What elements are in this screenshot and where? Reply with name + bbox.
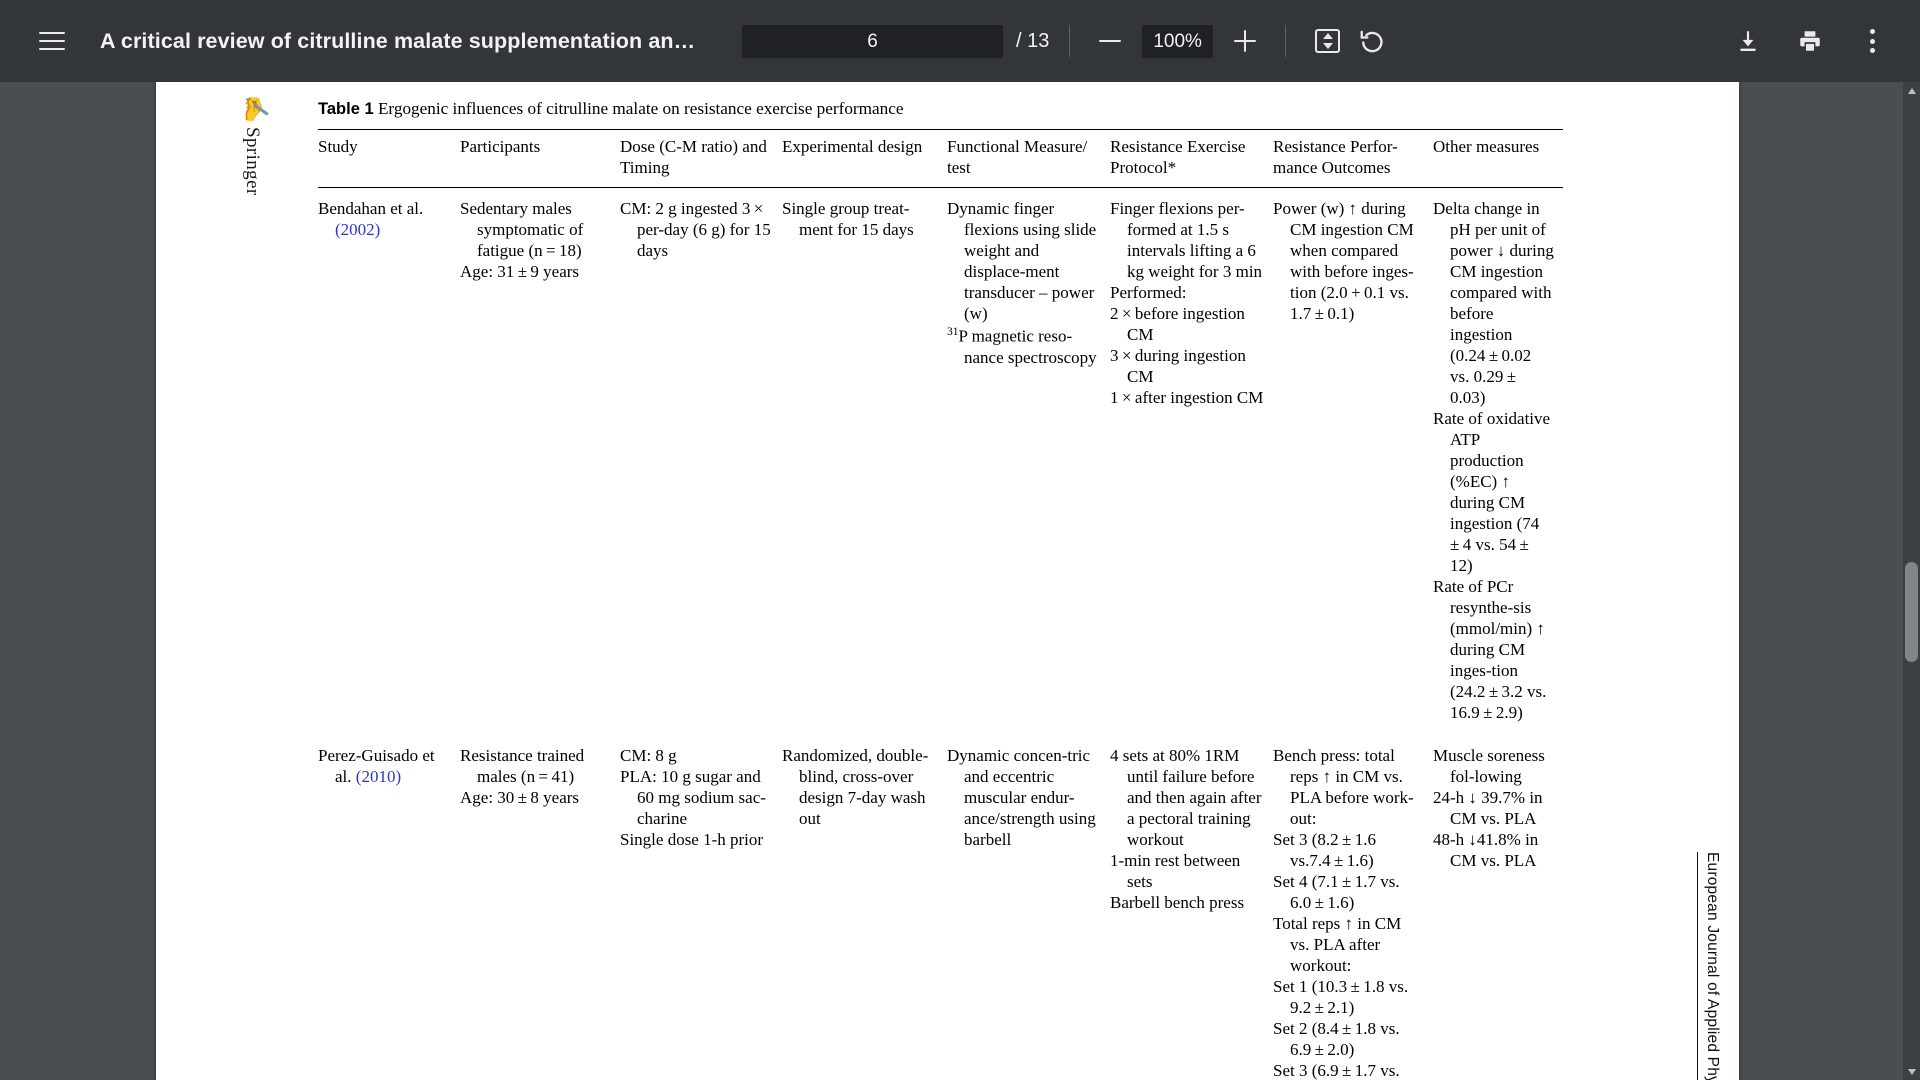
cell-line: Rate of oxidative ATP production (%EC) ↑… [1433, 409, 1551, 576]
cell-line: Total reps ↑ in CM vs. PLA after workout… [1273, 913, 1402, 975]
cell-line: Muscle soreness fol-lowing [1433, 746, 1545, 787]
page-total-label: / 13 [1016, 29, 1050, 52]
cell-line: Finger flexions per-formed at 1.5 s inte… [1110, 199, 1263, 282]
cell-line: Resistance trained males (n = 41) [460, 746, 585, 787]
cell-line: 24-h ↓ 39.7% in CM vs. PLA [1433, 788, 1543, 828]
vertical-scrollbar[interactable] [1903, 82, 1920, 1080]
pdf-viewer-canvas: ✍ Springer European Journal of Applied P… [0, 82, 1920, 1080]
cell-line: Delta change in pH per unit of power ↓ d… [1433, 199, 1554, 408]
cell-line: 48-h ↓41.8% in CM vs. PLA [1433, 829, 1539, 870]
scroll-up-arrow-icon[interactable] [1903, 82, 1920, 99]
cell-line: Rate of PCr resynthe-sis (mmol/min) ↑ du… [1433, 577, 1547, 723]
table-1: Study Participants Dose (C-M ratio) and … [318, 128, 1563, 1080]
download-icon[interactable] [1726, 19, 1770, 63]
cell-line: Barbell bench press [1110, 892, 1245, 912]
cell-line: Set 3 (6.9 ± 1.7 vs. 5.1 ± 1.8) [1273, 1060, 1400, 1080]
cell-study: Perez-Guisado et al. (2010) [318, 735, 460, 1080]
springer-branding: ✍ Springer [241, 94, 271, 201]
cell-line: CM: 2 g ingested 3 × per-day (6 g) for 1… [620, 199, 771, 261]
cell-line: Set 2 (8.4 ± 1.8 vs. 6.9 ± 2.0) [1273, 1018, 1400, 1059]
cell-line: 1 × after ingestion CM [1110, 388, 1264, 408]
cell-line: 4 sets at 80% 1RM until failure before a… [1110, 746, 1262, 849]
study-name: Bendahan et al. [318, 199, 424, 219]
cell-line: CM: 8 g [620, 746, 677, 766]
table-row: Bendahan et al. (2002) Sedentary males sy… [318, 188, 1563, 735]
col-header-protocol: Resistance Exercise Protocol* [1110, 128, 1273, 189]
col-header-study: Study [318, 128, 460, 189]
cell-outcomes: Bench press: total reps ↑ in CM vs. PLA … [1273, 735, 1433, 1080]
cell-dose: CM: 2 g ingested 3 × per-day (6 g) for 1… [620, 188, 782, 735]
cell-line: Age: 30 ± 8 years [460, 788, 580, 808]
cell-line-isotope: 31P magnetic reso-nance spectroscopy [947, 326, 1097, 367]
cell-line: Set 1 (10.3 ± 1.8 vs. 9.2 ± 2.1) [1273, 976, 1409, 1017]
cell-line: Dynamic concen-tric and eccentric muscul… [947, 746, 1096, 849]
col-header-dose: Dose (C-M ratio) and Timing [620, 128, 782, 189]
cell-functional-measure: Dynamic finger flexions using slide weig… [947, 188, 1110, 735]
scrollbar-thumb[interactable] [1905, 562, 1918, 662]
cell-protocol: 4 sets at 80% 1RM until failure before a… [1110, 735, 1273, 1080]
springer-logo-icon: ✍ [243, 94, 269, 124]
rotate-clockwise-icon[interactable] [1350, 19, 1394, 63]
cell-participants: Resistance trained males (n = 41) Age: 30… [460, 735, 620, 1080]
page-number-input[interactable] [742, 24, 1003, 58]
cell-line: Randomized, double-blind, cross-over des… [782, 746, 929, 828]
zoom-out-button[interactable] [1090, 21, 1130, 61]
page-navigation: / 13 [742, 24, 1050, 58]
study-year-link[interactable]: (2010) [356, 767, 401, 786]
col-header-design: Experimental design [782, 128, 947, 189]
more-options-kebab-icon[interactable] [1850, 19, 1894, 63]
cell-line: Dynamic finger flexions using slide weig… [947, 199, 1097, 324]
cell-line: Performed: [1110, 283, 1187, 303]
isotope-superscript: 31 [947, 326, 959, 339]
cell-line: Set 4 (7.1 ± 1.7 vs. 6.0 ± 1.6) [1273, 871, 1400, 912]
cell-design: Single group treat-ment for 15 days [782, 188, 947, 735]
pdf-page: ✍ Springer European Journal of Applied P… [156, 82, 1739, 1080]
col-header-functional: Functional Measure/ test [947, 128, 1110, 189]
cell-design: Randomized, double-blind, cross-over des… [782, 735, 947, 1080]
zoom-in-button[interactable] [1225, 21, 1265, 61]
table-row: Perez-Guisado et al. (2010) Resistance tr… [318, 735, 1563, 1080]
cell-line: 3 × during ingestion CM [1110, 346, 1246, 387]
cell-other-measures: Muscle soreness fol-lowing 24-h ↓ 39.7% i… [1433, 735, 1563, 1080]
cell-line: 1-min rest between sets [1110, 850, 1241, 891]
col-header-participants: Participants [460, 128, 620, 189]
cell-protocol: Finger flexions per-formed at 1.5 s inte… [1110, 188, 1273, 735]
table-caption: Table 1 Ergogenic influences of citrulli… [318, 98, 1563, 129]
cell-participants: Sedentary males symptomatic of fatigue (… [460, 188, 620, 735]
toolbar-divider-1 [1069, 25, 1071, 57]
scroll-down-arrow-icon[interactable] [1903, 1063, 1920, 1080]
fit-to-page-icon[interactable] [1306, 19, 1350, 63]
hamburger-menu-icon[interactable] [30, 19, 74, 63]
cell-functional-measure: Dynamic concen-tric and eccentric muscul… [947, 735, 1110, 1080]
cell-dose: CM: 8 g PLA: 10 g sugar and 60 mg sodium … [620, 735, 782, 1080]
cell-line: 2 × before ingestion CM [1110, 304, 1245, 345]
col-header-outcomes: Resistance Perfor- mance Outcomes [1273, 128, 1433, 189]
toolbar-right-actions [1708, 19, 1920, 63]
table-header-row: Study Participants Dose (C-M ratio) and … [318, 128, 1563, 189]
cell-line: PLA: 10 g sugar and 60 mg sodium sac-cha… [620, 767, 766, 828]
toolbar-divider-2 [1284, 25, 1286, 57]
cell-line: Single dose 1-h prior [620, 829, 764, 849]
table-caption-label: Table 1 [318, 100, 374, 118]
study-year-link[interactable]: (2002) [335, 220, 380, 239]
zoom-controls: 100% [1090, 21, 1265, 61]
cell-line: Age: 31 ± 9 years [460, 262, 580, 282]
cell-line: Power (w) ↑ during CM ingestion CM when … [1273, 199, 1414, 324]
table-1-container: Table 1 Ergogenic influences of citrulli… [318, 98, 1563, 1080]
print-icon[interactable] [1788, 19, 1832, 63]
cell-line: Single group treat-ment for 15 days [782, 199, 914, 240]
page-title: A critical review of citrulline malate s… [100, 28, 700, 53]
col-header-other: Other measures [1433, 128, 1563, 189]
pdf-viewer-toolbar: A critical review of citrulline malate s… [0, 0, 1920, 82]
table-caption-text: Ergogenic influences of citrulline malat… [377, 99, 904, 118]
cell-line: Sedentary males symptomatic of fatigue (… [460, 199, 584, 261]
cell-line: Set 3 (8.2 ± 1.6 vs.7.4 ± 1.6) [1273, 829, 1377, 870]
springer-wordmark: Springer [242, 127, 263, 196]
cell-other-measures: Delta change in pH per unit of power ↓ d… [1433, 188, 1563, 735]
cell-line: Bench press: total reps ↑ in CM vs. PLA … [1273, 746, 1414, 828]
cell-study: Bendahan et al. (2002) [318, 188, 460, 735]
cell-outcomes: Power (w) ↑ during CM ingestion CM when … [1273, 188, 1433, 735]
zoom-level-label[interactable]: 100% [1142, 24, 1213, 58]
journal-name-vertical: European Journal of Applied Physiolog [1697, 852, 1721, 1080]
